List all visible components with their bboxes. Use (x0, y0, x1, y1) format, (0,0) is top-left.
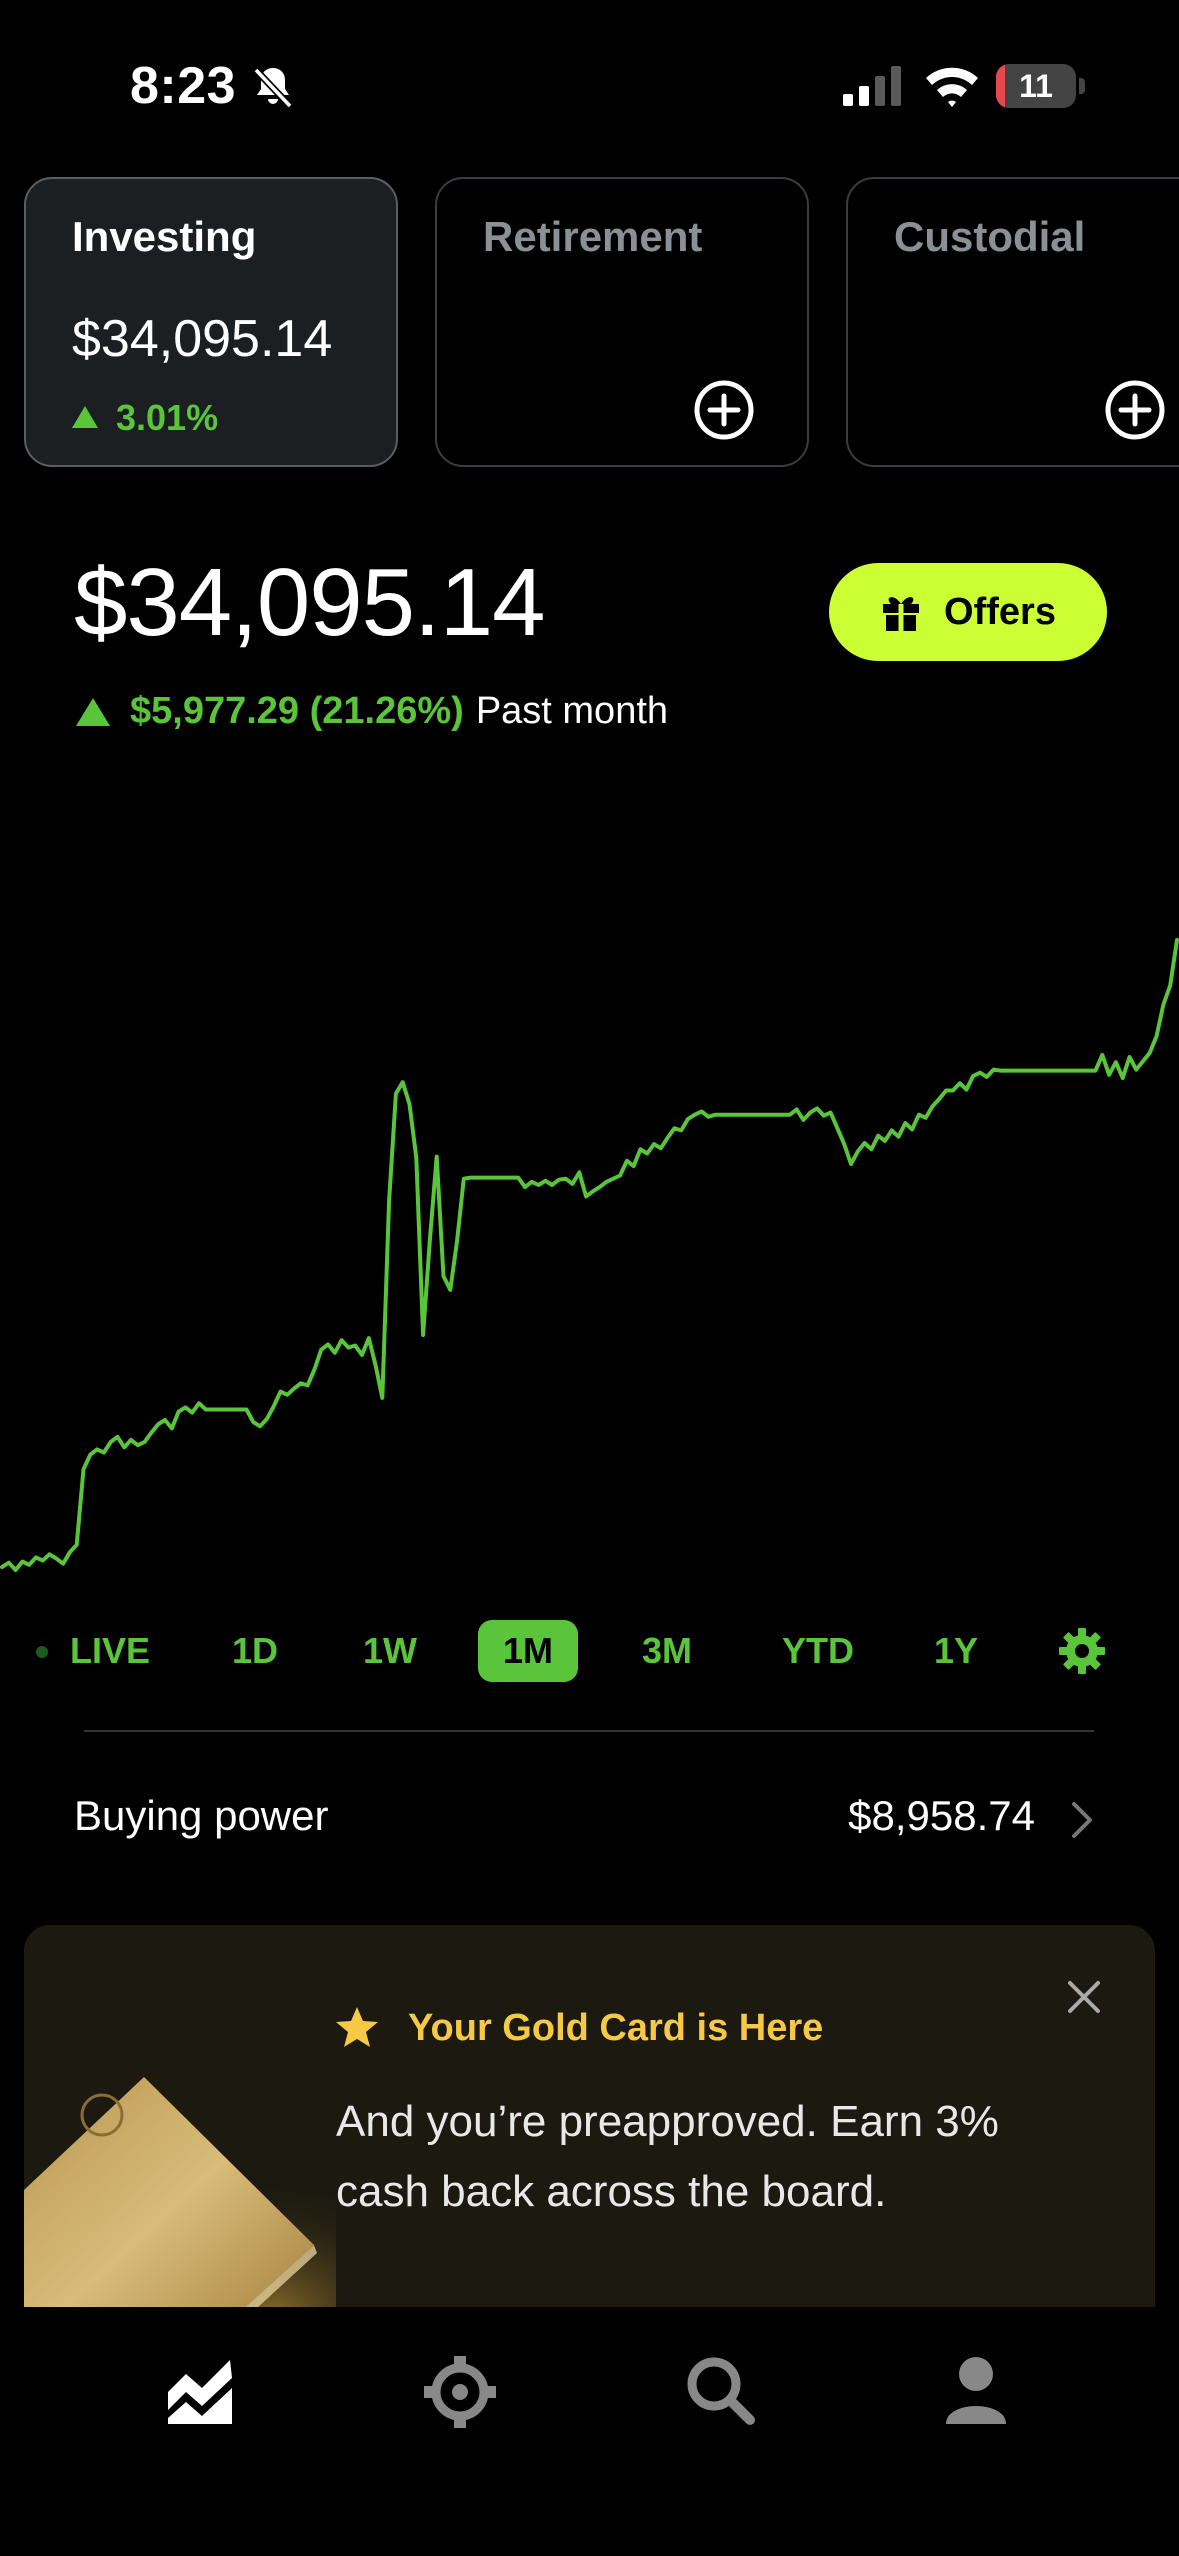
range-tab-1m[interactable]: 1M (478, 1620, 578, 1682)
divider (84, 1730, 1094, 1732)
search-icon[interactable] (680, 2350, 760, 2430)
status-time: 8:23 (130, 57, 237, 115)
time-range-selector (0, 1618, 1179, 1688)
account-card-title: Investing (72, 213, 257, 260)
star-icon (336, 2007, 378, 2047)
crypto-icon[interactable] (420, 2350, 500, 2430)
portfolio-change-period: Past month (475, 690, 669, 732)
account-card-title: Retirement (483, 213, 703, 260)
plus-circle-icon[interactable] (1104, 379, 1166, 441)
portfolio-change-amount: $5,977.29 (21.26%) (130, 690, 464, 732)
portfolio-change-row: $5,977.29 (21.26%) Past month (76, 690, 668, 733)
battery-tip (1079, 78, 1085, 94)
gold-card-promo[interactable]: Your Gold Card is Here And you’re preapp… (24, 1925, 1155, 2345)
account-change-percent: 3.01% (116, 397, 219, 438)
triangle-up-icon (76, 697, 110, 726)
promo-body: And you’re preapproved. Earn 3% cash bac… (336, 2097, 999, 2216)
offers-label: Offers (944, 590, 1056, 633)
range-tab-live[interactable]: LIVE (60, 1620, 160, 1682)
wifi-icon (926, 67, 978, 107)
account-card-title: Custodial (894, 213, 1086, 260)
portfolio-chart[interactable] (0, 900, 1179, 1600)
bottom-navigation (0, 2307, 1179, 2556)
bell-slash-icon (253, 67, 293, 109)
range-tab-1w[interactable]: 1W (350, 1620, 430, 1682)
account-card-change: 3.01% (72, 397, 218, 439)
range-tab-1d[interactable]: 1D (220, 1620, 290, 1682)
offers-button[interactable]: Offers (829, 563, 1107, 661)
gear-icon[interactable] (1058, 1627, 1106, 1675)
close-icon[interactable] (1064, 1977, 1104, 2017)
account-icon[interactable] (936, 2350, 1016, 2430)
range-tab-3m[interactable]: 3M (627, 1620, 707, 1682)
battery-icon: 11 (996, 64, 1076, 108)
triangle-up-icon (72, 406, 98, 428)
range-tab-ytd[interactable]: YTD (768, 1620, 868, 1682)
gold-card-image (24, 1925, 336, 2345)
account-card-value: $34,095.14 (72, 310, 333, 368)
promo-title: Your Gold Card is Here (408, 2007, 824, 2049)
status-bar: 8:23 11 (0, 0, 1179, 170)
account-card-custodial[interactable]: Custodial (846, 177, 1179, 467)
chart-series-line (0, 938, 1179, 1572)
cellular-signal-icon (843, 66, 901, 106)
portfolio-value: $34,095.14 (74, 549, 545, 656)
range-tab-1y[interactable]: 1Y (920, 1620, 992, 1682)
gift-icon (883, 597, 920, 631)
account-card-investing[interactable]: Investing $34,095.14 3.01% (24, 177, 398, 467)
buying-power-value: $8,958.74 (848, 1792, 1035, 1839)
account-card-retirement[interactable]: Retirement (435, 177, 809, 467)
chevron-right-icon[interactable] (1068, 1798, 1096, 1842)
battery-percentage: 11 (1019, 68, 1053, 104)
portfolio-chart-icon[interactable] (160, 2350, 240, 2430)
plus-circle-icon[interactable] (693, 379, 755, 441)
live-dot-icon (36, 1646, 48, 1658)
buying-power-label: Buying power (74, 1792, 329, 1839)
